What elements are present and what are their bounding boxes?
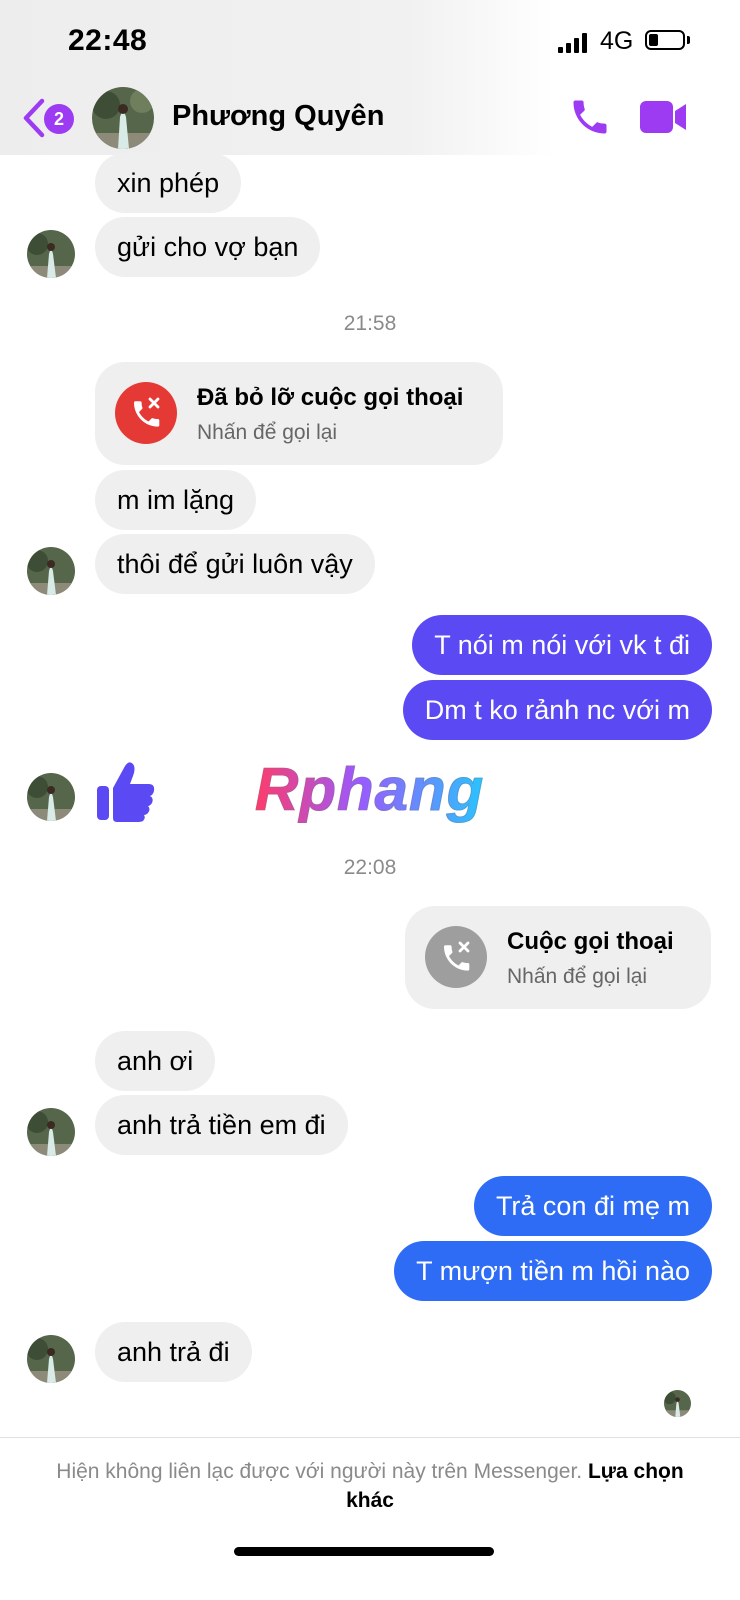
message-outgoing[interactable]: Trả con đi mẹ m bbox=[473, 1176, 712, 1236]
missed-call-subtitle: Nhấn để gọi lại bbox=[197, 421, 338, 444]
call-ended-icon bbox=[425, 926, 487, 988]
contact-name[interactable]: Phương Quyên bbox=[172, 100, 384, 133]
watermark-logo: Rphang bbox=[254, 756, 485, 824]
battery-tip bbox=[687, 36, 690, 44]
phone-icon bbox=[573, 100, 607, 134]
message-incoming[interactable]: thôi để gửi luôn vậy bbox=[95, 534, 375, 594]
voice-call-button[interactable] bbox=[568, 95, 612, 139]
thumbs-up-icon[interactable] bbox=[95, 760, 157, 824]
status-time: 22:48 bbox=[68, 24, 148, 57]
missed-call-icon bbox=[115, 382, 177, 444]
message-incoming[interactable]: gửi cho vợ bạn bbox=[95, 217, 321, 277]
footer-divider bbox=[0, 1437, 740, 1438]
video-call-button[interactable] bbox=[640, 99, 688, 135]
network-type: 4G bbox=[600, 27, 634, 55]
message-outgoing[interactable]: T nói m nói với vk t đi bbox=[412, 615, 712, 675]
message-outgoing[interactable]: T mượn tiền m hồi nào bbox=[394, 1241, 712, 1301]
message-incoming[interactable]: anh ơi bbox=[95, 1031, 216, 1091]
timestamp: 22:08 bbox=[343, 856, 397, 879]
message-incoming[interactable]: anh trả đi bbox=[95, 1322, 252, 1382]
missed-call-title: Đã bỏ lỡ cuộc gọi thoại bbox=[197, 384, 464, 411]
message-incoming[interactable]: xin phép bbox=[95, 153, 242, 213]
timestamp: 21:58 bbox=[343, 312, 397, 335]
home-indicator bbox=[234, 1547, 494, 1556]
footer-notice: Hiện không liên lạc được với người này t… bbox=[30, 1457, 710, 1515]
voice-call-card[interactable]: Cuộc gọi thoại Nhấn để gọi lại bbox=[405, 906, 711, 1009]
video-camera-icon bbox=[640, 101, 686, 133]
signal-icon bbox=[558, 33, 588, 53]
unread-badge: 2 bbox=[44, 104, 74, 134]
message-outgoing[interactable]: Dm t ko rảnh nc với m bbox=[402, 680, 712, 740]
voice-call-title: Cuộc gọi thoại bbox=[507, 928, 674, 955]
sender-avatar bbox=[27, 1335, 75, 1383]
sender-avatar bbox=[27, 547, 75, 595]
message-incoming[interactable]: anh trả tiền em đi bbox=[95, 1095, 348, 1155]
battery-icon bbox=[645, 30, 685, 50]
sender-avatar bbox=[27, 773, 75, 821]
contact-avatar[interactable] bbox=[92, 87, 154, 149]
voice-call-subtitle: Nhấn để gọi lại bbox=[507, 965, 648, 988]
footer-notice-text: Hiện không liên lạc được với người này t… bbox=[56, 1460, 583, 1483]
seen-receipt-avatar bbox=[664, 1390, 691, 1417]
message-incoming[interactable]: m im lặng bbox=[95, 470, 257, 530]
sender-avatar bbox=[27, 1108, 75, 1156]
missed-call-card[interactable]: Đã bỏ lỡ cuộc gọi thoại Nhấn để gọi lại bbox=[95, 362, 503, 465]
sender-avatar bbox=[27, 230, 75, 278]
